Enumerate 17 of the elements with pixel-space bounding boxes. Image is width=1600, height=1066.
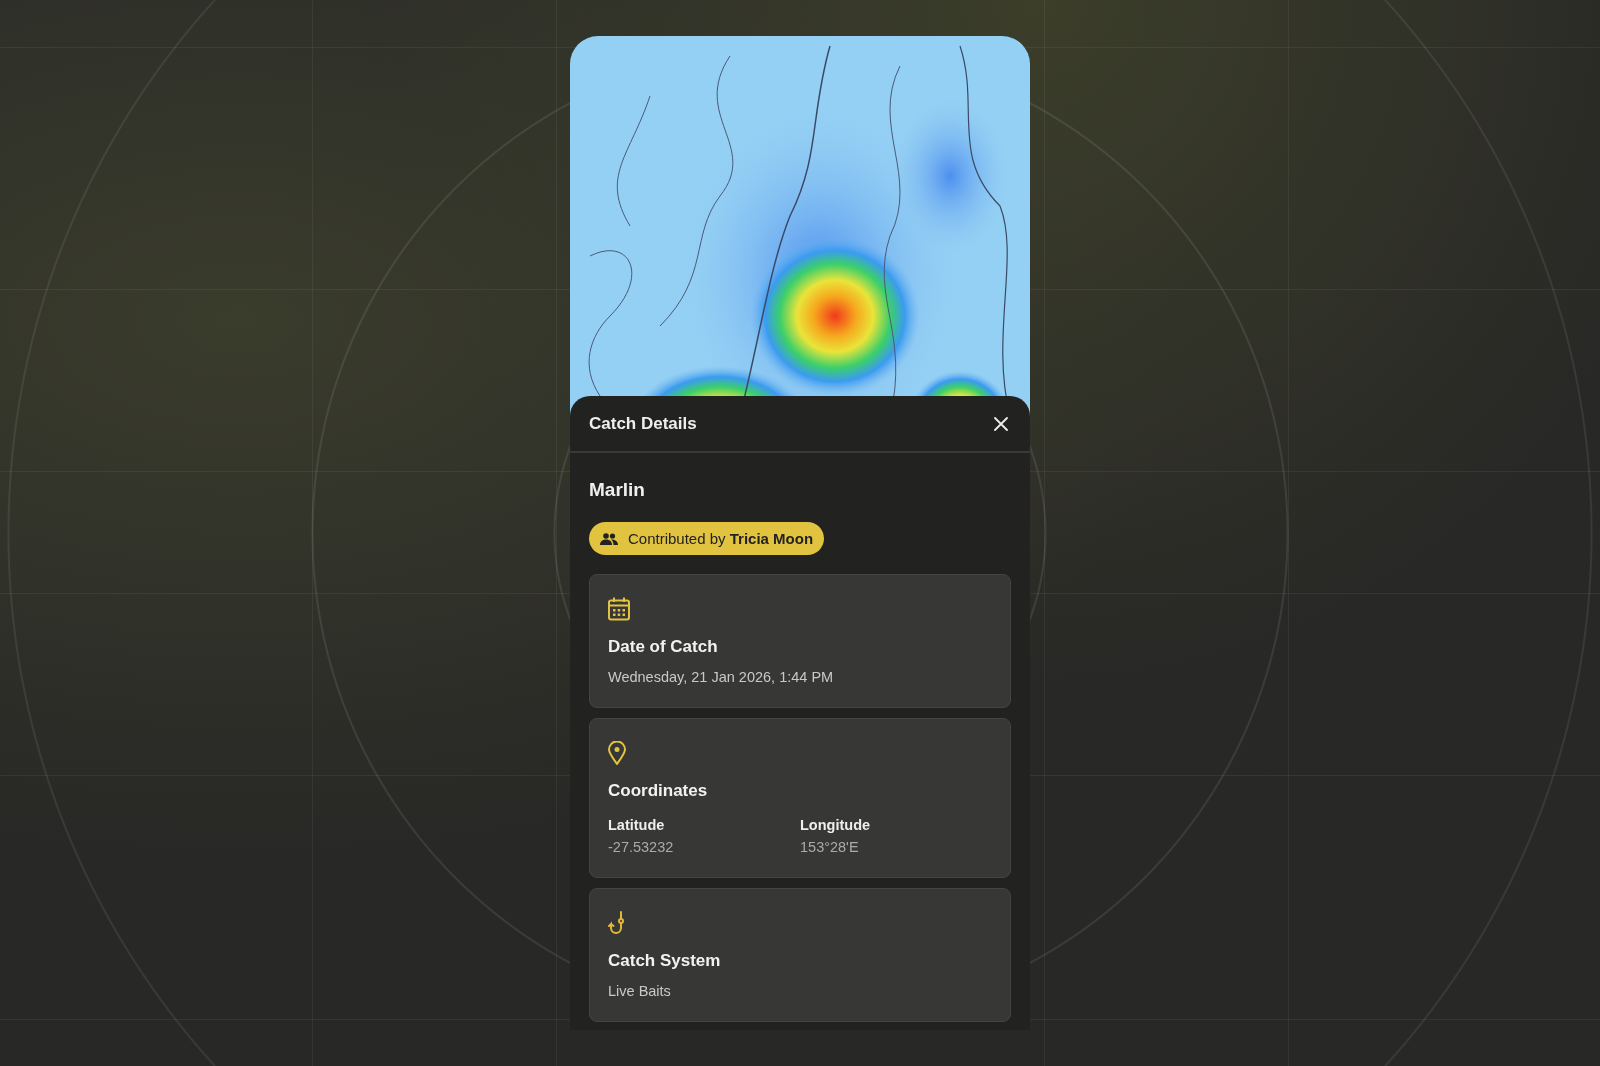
field-label: Longitude xyxy=(800,817,872,833)
contributor-text: Contributed by Tricia Moon xyxy=(628,530,814,547)
species-name: Marlin xyxy=(589,479,646,501)
fish-hook-icon xyxy=(608,911,626,935)
calendar-icon xyxy=(608,597,630,621)
card-value: Wednesday, 21 Jan 2026, 1:44 PM xyxy=(608,669,835,685)
field-label: Latitude xyxy=(608,817,666,833)
card-title: Date of Catch xyxy=(608,637,719,657)
location-pin-icon xyxy=(608,741,626,765)
card-value: Live Baits xyxy=(608,983,672,999)
card-title: Coordinates xyxy=(608,781,709,801)
close-icon xyxy=(994,416,1008,431)
people-icon xyxy=(600,532,618,545)
sheet-title: Catch Details xyxy=(589,413,697,434)
card-title: Catch System xyxy=(608,951,722,971)
field-value: -27.53232 xyxy=(608,839,675,855)
field-value: 153°28'E xyxy=(800,839,860,855)
